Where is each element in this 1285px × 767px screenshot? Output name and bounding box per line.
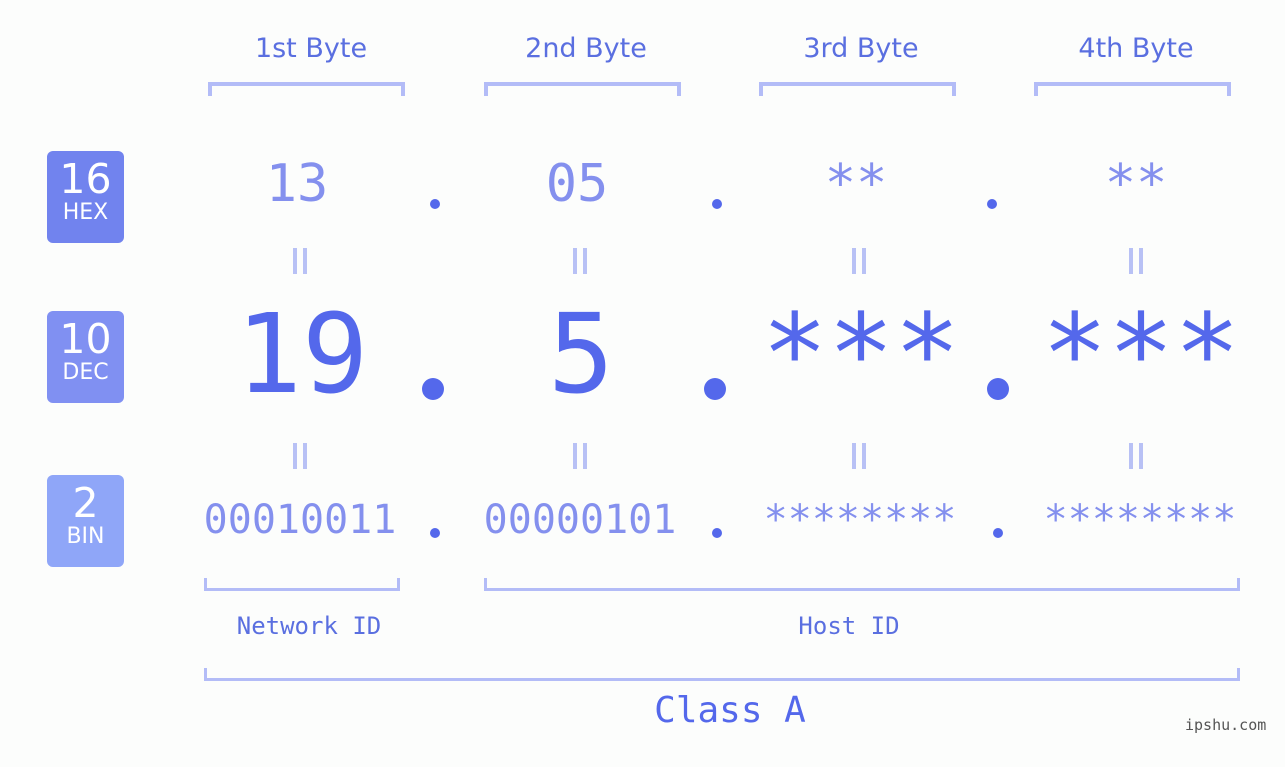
- bin-separator-3: [993, 528, 1003, 538]
- hex-separator-1: [430, 199, 440, 209]
- byte-header-3: 3rd Byte: [803, 33, 919, 64]
- hex-badge: 16 HEX: [47, 151, 124, 243]
- bin-separator-2: [712, 528, 722, 538]
- dec-value-2: 5: [547, 290, 615, 418]
- network-id-bracket: [204, 578, 400, 591]
- equals-icon: [1129, 248, 1143, 274]
- byte-bracket-4: [1034, 82, 1231, 96]
- dec-separator-3: [987, 378, 1009, 400]
- byte-header-1: 1st Byte: [254, 33, 368, 64]
- hex-value-2: 05: [545, 154, 609, 214]
- hex-separator-2: [712, 199, 722, 209]
- equals-icon: [573, 248, 587, 274]
- bin-separator-1: [430, 528, 440, 538]
- hex-value-1: 13: [265, 154, 329, 214]
- bin-badge: 2 BIN: [47, 475, 124, 567]
- class-bracket: [204, 668, 1240, 681]
- equals-icon: [852, 248, 866, 274]
- byte-bracket-2: [484, 82, 681, 96]
- dec-badge-base: 10: [59, 315, 112, 363]
- dec-value-4: ***: [1041, 290, 1241, 418]
- bin-value-3: ********: [763, 497, 957, 543]
- equals-icon: [573, 443, 587, 469]
- watermark: ipshu.com: [1185, 716, 1267, 734]
- hex-badge-label: HEX: [62, 200, 109, 225]
- host-id-label: Host ID: [798, 612, 900, 640]
- dec-badge: 10 DEC: [47, 311, 124, 403]
- byte-bracket-1: [208, 82, 405, 96]
- host-id-bracket: [484, 578, 1240, 591]
- hex-value-3: **: [824, 154, 888, 214]
- bin-badge-base: 2: [72, 479, 99, 527]
- class-label: Class A: [654, 690, 806, 731]
- byte-header-2: 2nd Byte: [525, 33, 647, 64]
- equals-icon: [293, 443, 307, 469]
- equals-icon: [1129, 443, 1143, 469]
- hex-separator-3: [987, 199, 997, 209]
- bin-value-1: 00010011: [203, 497, 397, 543]
- bin-value-4: ********: [1043, 497, 1237, 543]
- dec-badge-label: DEC: [62, 360, 109, 385]
- dec-separator-2: [704, 378, 726, 400]
- equals-icon: [852, 443, 866, 469]
- dec-separator-1: [422, 378, 444, 400]
- equals-icon: [293, 248, 307, 274]
- dec-value-3: ***: [761, 290, 961, 418]
- hex-value-4: **: [1104, 154, 1168, 214]
- bin-badge-label: BIN: [66, 524, 105, 549]
- bin-value-2: 00000101: [483, 497, 677, 543]
- hex-badge-base: 16: [59, 155, 112, 203]
- byte-header-4: 4th Byte: [1078, 33, 1194, 64]
- byte-bracket-3: [759, 82, 956, 96]
- dec-value-1: 19: [235, 290, 369, 418]
- network-id-label: Network ID: [236, 612, 382, 640]
